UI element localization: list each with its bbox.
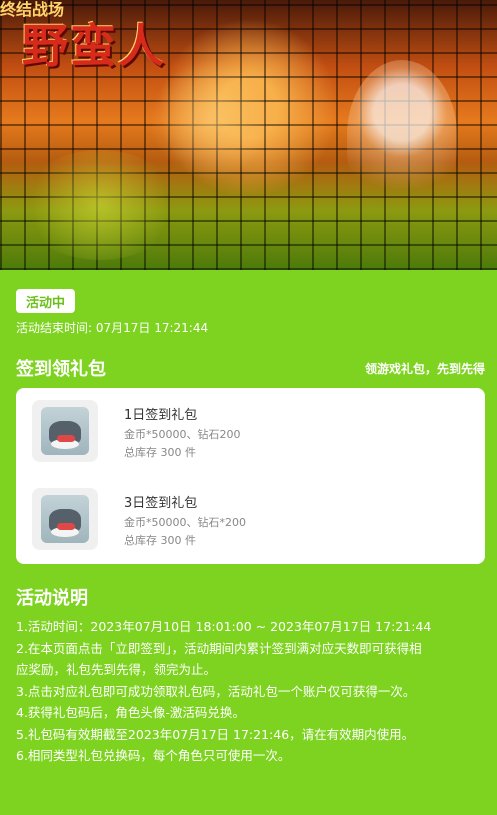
rule-line: 应奖励，礼包先到先得，领完为止。 bbox=[16, 662, 217, 677]
gift-pack-thumbnail bbox=[32, 400, 98, 462]
gift-pack-item[interactable]: 3日签到礼包 金币*50000、钻石*200 总库存 300 件 bbox=[32, 488, 472, 556]
gift-pack-card: 1日签到礼包 金币*50000、钻石200 总库存 300 件 3日签到礼包 金… bbox=[16, 388, 485, 564]
gift-pack-item[interactable]: 1日签到礼包 金币*50000、钻石200 总库存 300 件 bbox=[32, 400, 472, 468]
rule-line: 4.获得礼包码后，角色头像-激活码兑换。 bbox=[16, 705, 245, 720]
gift-pack-stock: 总库存 300 件 bbox=[124, 446, 196, 459]
spirit-illustration bbox=[347, 60, 457, 210]
rules-section-title: 活动说明 bbox=[16, 588, 88, 609]
banner-glow bbox=[150, 60, 270, 180]
signin-hint: 领游戏礼包，先到先得 bbox=[364, 362, 485, 376]
rule-line: 6.相同类型礼包兑换码，每个角色只可使用一次。 bbox=[16, 748, 291, 763]
status-badge: 活动中 bbox=[16, 289, 75, 313]
signin-section-title: 签到领礼包 bbox=[16, 359, 106, 380]
banner-glow bbox=[20, 150, 180, 260]
rule-line: 5.礼包码有效期截至2023年07月17日 17:21:46，请在有效期内使用。 bbox=[16, 726, 415, 742]
rule-line: 2.在本页面点击「立即签到」，活动期间内累计签到满对应天数即可获得相 bbox=[16, 640, 422, 656]
rule-line: 3.点击对应礼包即可成功领取礼包码，活动礼包一个账户仅可获得一次。 bbox=[16, 683, 416, 699]
rule-line: 1.活动时间：2023年07月10日 18:01:00 ~ 2023年07月17… bbox=[16, 619, 432, 634]
gift-pack-name: 3日签到礼包 bbox=[124, 496, 198, 511]
game-logo-title: 野蛮人 bbox=[22, 19, 166, 73]
rules-list: 1.活动时间：2023年07月10日 18:01:00 ~ 2023年07月17… bbox=[16, 616, 486, 767]
gift-pack-name: 1日签到礼包 bbox=[124, 408, 198, 423]
gift-pack-contents: 金币*50000、钻石200 bbox=[124, 428, 241, 441]
gift-pack-contents: 金币*50000、钻石*200 bbox=[124, 516, 246, 529]
activity-end-time: 活动结束时间: 07月17日 17:21:44 bbox=[16, 321, 209, 335]
gift-pack-stock: 总库存 300 件 bbox=[124, 534, 196, 547]
game-banner: 终结战场 野蛮人 bbox=[0, 0, 497, 270]
gift-pack-thumbnail bbox=[32, 488, 98, 550]
